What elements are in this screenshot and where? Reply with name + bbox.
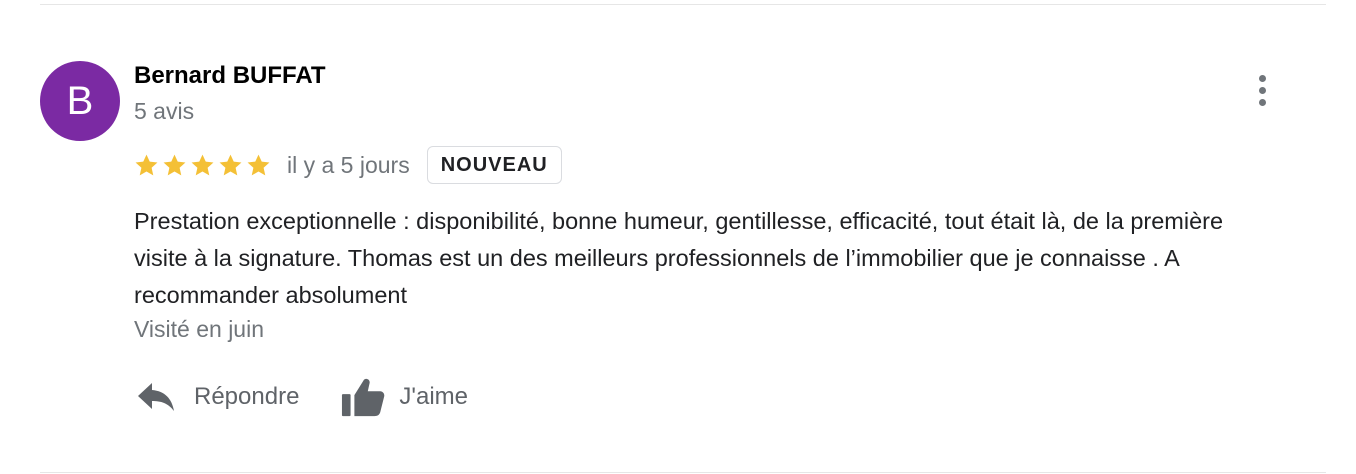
new-badge: NOUVEAU xyxy=(426,146,562,184)
star-icon xyxy=(219,154,242,175)
like-button[interactable]: J'aime xyxy=(341,375,468,419)
rating-row: il y a 5 jours NOUVEAU xyxy=(134,144,562,186)
author-name[interactable]: Bernard BUFFAT xyxy=(134,62,326,90)
review-text: Prestation exceptionnelle : disponibilit… xyxy=(134,208,1224,308)
reply-label: Répondre xyxy=(194,383,300,410)
author-review-count: 5 avis xyxy=(134,98,195,124)
visited-date: Visité en juin xyxy=(134,316,264,342)
review-date: il y a 5 jours xyxy=(287,151,410,178)
reply-icon xyxy=(134,375,178,419)
review-actions: Répondre J'aime xyxy=(134,372,468,422)
avatar-initial: B xyxy=(66,78,94,123)
thumbs-up-icon xyxy=(341,375,385,419)
star-icon xyxy=(163,154,186,175)
star-icon xyxy=(191,154,214,175)
more-options-button[interactable] xyxy=(1246,70,1278,110)
reply-button[interactable]: Répondre xyxy=(134,375,299,419)
bottom-divider xyxy=(40,472,1326,473)
star-icon xyxy=(247,154,270,175)
more-vert-icon xyxy=(1258,74,1266,82)
top-divider xyxy=(40,4,1326,5)
like-label: J'aime xyxy=(399,383,469,410)
star-icon xyxy=(135,154,158,175)
star-rating xyxy=(134,153,271,178)
avatar[interactable]: B xyxy=(40,61,120,141)
